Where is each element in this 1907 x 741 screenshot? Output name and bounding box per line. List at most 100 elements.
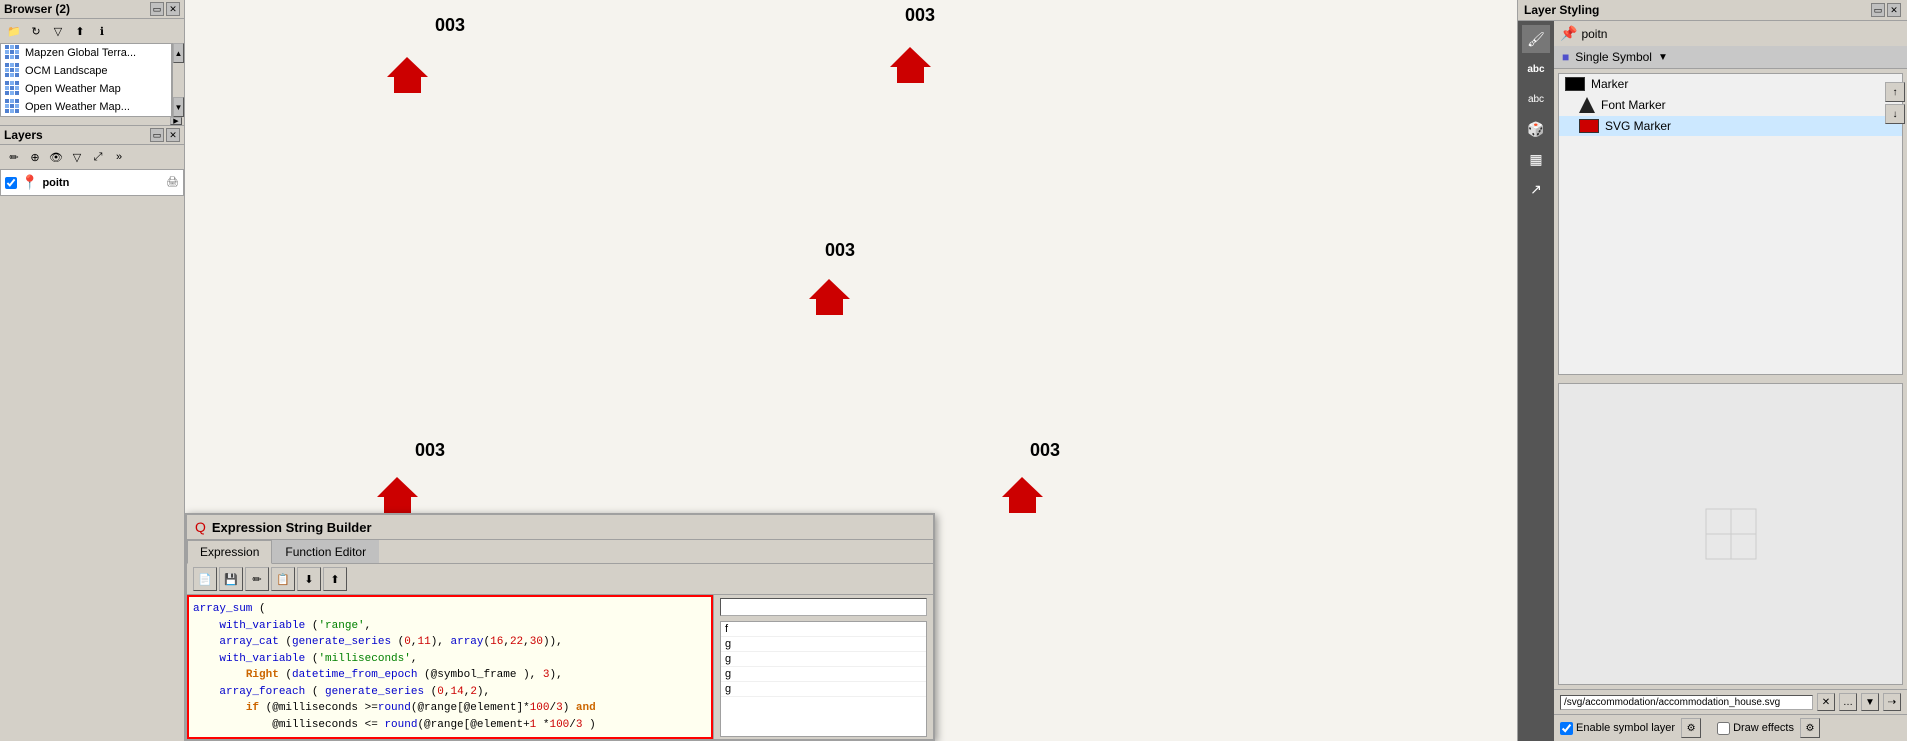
svg-path-clear-btn[interactable]: ✕ (1817, 693, 1835, 711)
expr-search-input[interactable] (720, 598, 927, 616)
expr-list-item-g3[interactable]: g (721, 667, 926, 682)
browser-item-ocm[interactable]: OCM Landscape (1, 62, 171, 80)
browser-minimize-icon[interactable]: ▭ (150, 2, 164, 16)
expr-upload-btn[interactable]: ⬆ (323, 567, 347, 591)
styling-abc-btn[interactable]: abc (1522, 55, 1550, 83)
symbol-tree-svg-marker[interactable]: SVG Marker (1559, 116, 1902, 136)
browser-folder-btn[interactable]: 📁 (4, 21, 24, 41)
browser-filter-btn[interactable]: ▽ (48, 21, 68, 41)
browser-close-icon[interactable]: ✕ (166, 2, 180, 16)
symbol-tree-font-marker[interactable]: Font Marker (1559, 94, 1902, 116)
layer-checkbox-poitn[interactable] (5, 177, 17, 189)
map-label-0: 003 (435, 15, 465, 36)
enable-symbol-checkbox-label: Enable symbol layer (1560, 722, 1675, 735)
expr-right-panel: f g g g g (713, 595, 933, 739)
layers-minimize-icon[interactable]: ▭ (150, 128, 164, 142)
styling-arrow-btn[interactable]: ↗ (1522, 175, 1550, 203)
styling-3d-btn[interactable]: 🎲 (1522, 115, 1550, 143)
house-svg-1 (888, 45, 933, 85)
grid-icon-ocm (5, 63, 21, 79)
layer-item-poitn[interactable]: 📍 poitn 🖨 (1, 172, 183, 193)
expr-copy-btn[interactable]: 📋 (271, 567, 295, 591)
layer-name-icon: 📌 (1560, 25, 1577, 42)
layers-eye-btn[interactable]: 👁 (46, 147, 66, 167)
browser-scroll-right[interactable]: ▶ (170, 117, 182, 125)
symbol-tree-marker[interactable]: Marker (1559, 74, 1902, 94)
browser-scroll-down[interactable]: ▼ (173, 97, 184, 117)
expr-new-btn[interactable]: 📄 (193, 567, 217, 591)
expr-content: array_sum ( with_variable ('range', arra… (187, 595, 933, 739)
draw-effects-checkbox[interactable] (1717, 722, 1730, 735)
map-house-0 (385, 55, 430, 98)
symbol-dropdown-btn[interactable]: ▼ (1658, 52, 1668, 63)
expr-edit-btn[interactable]: ✏ (245, 567, 269, 591)
move-down-btn[interactable]: ↓ (1885, 104, 1905, 124)
layer-styling-header: Layer Styling ▭ ✕ (1518, 0, 1907, 21)
layers-close-icon[interactable]: ✕ (166, 128, 180, 142)
tab-expression[interactable]: Expression (187, 540, 272, 564)
single-symbol-icon: ■ (1562, 50, 1569, 64)
move-up-btn[interactable]: ↑ (1885, 82, 1905, 102)
enable-symbol-checkbox[interactable] (1560, 722, 1573, 735)
layer-styling-panel: Layer Styling ▭ ✕ 🖌 abc abc 🎲 ▦ ↗ 📌 poit… (1517, 0, 1907, 741)
svg-path-input: /svg/accommodation/accommodation_house.s… (1560, 695, 1813, 710)
layers-filter-btn[interactable]: ▽ (67, 147, 87, 167)
svg-marker-label: SVG Marker (1605, 119, 1671, 133)
draw-effects-label: Draw effects (1733, 722, 1794, 734)
expr-list-item-g1[interactable]: g (721, 637, 926, 652)
left-panel: Browser (2) ▭ ✕ 📁 ↻ ▽ ⬆ ℹ (0, 0, 185, 741)
layers-titlebar: Layers ▭ ✕ (0, 126, 184, 145)
font-marker-label: Font Marker (1601, 98, 1666, 112)
layers-title: Layers (4, 128, 43, 142)
expression-builder: Q Expression String Builder Expression F… (185, 513, 935, 741)
layer-name-bar: 📌 poitn (1554, 21, 1907, 46)
browser-items-container: Mapzen Global Terra... OCM Landscape (0, 43, 184, 117)
browser-item-label-owm1: Open Weather Map (25, 83, 121, 95)
styling-text-btn[interactable]: abc (1522, 85, 1550, 113)
browser-scroll-up[interactable]: ▲ (173, 43, 184, 63)
map-label-1: 003 (905, 5, 935, 26)
svg-path-browse-btn[interactable]: … (1839, 693, 1857, 711)
expr-list-item-g4[interactable]: g (721, 682, 926, 697)
draw-effects-settings-btn[interactable]: ⚙ (1800, 718, 1820, 738)
styling-texture-btn[interactable]: ▦ (1522, 145, 1550, 173)
browser-refresh-btn[interactable]: ↻ (26, 21, 46, 41)
house-svg-3 (375, 475, 420, 515)
expr-list-item-f[interactable]: f (721, 622, 926, 637)
layers-add-btn[interactable]: ⊕ (25, 147, 45, 167)
expr-save-btn[interactable]: 💾 (219, 567, 243, 591)
tab-function-editor[interactable]: Function Editor (272, 540, 379, 563)
font-marker-icon (1579, 97, 1595, 113)
map-house-2 (807, 277, 852, 320)
browser-info-btn[interactable]: ℹ (92, 21, 112, 41)
map-house-3 (375, 475, 420, 518)
layers-titlebar-icons: ▭ ✕ (150, 128, 180, 142)
expr-code: array_sum ( with_variable ('range', arra… (193, 601, 707, 733)
browser-upload-btn[interactable]: ⬆ (70, 21, 90, 41)
browser-item-owm1[interactable]: Open Weather Map (1, 80, 171, 98)
map-label-4: 003 (1030, 440, 1060, 461)
expr-search-area (714, 595, 933, 619)
expr-editor[interactable]: array_sum ( with_variable ('range', arra… (187, 595, 713, 739)
expr-title: Expression String Builder (212, 520, 372, 535)
styling-main: 📌 poitn ■ Single Symbol ▼ Marker Font Ma (1554, 21, 1907, 741)
browser-item-label-ocm: OCM Landscape (25, 65, 108, 77)
browser-item-mapzen[interactable]: Mapzen Global Terra... (1, 44, 171, 62)
layer-styling-minimize-icon[interactable]: ▭ (1871, 3, 1885, 17)
marker-color-box (1565, 77, 1585, 91)
expr-list-item-g2[interactable]: g (721, 652, 926, 667)
browser-item-owm2[interactable]: Open Weather Map... (1, 98, 171, 116)
layers-move-btn[interactable]: ⤢ (88, 147, 108, 167)
grid-icon-mapzen (5, 45, 21, 61)
layers-more-btn[interactable]: » (109, 147, 129, 167)
expr-download-btn[interactable]: ⬇ (297, 567, 321, 591)
svg-path-dropdown-btn[interactable]: ▼ (1861, 693, 1879, 711)
layers-list: 📍 poitn 🖨 (0, 169, 184, 196)
svg-path-more-btn[interactable]: ⇢ (1883, 693, 1901, 711)
symbol-preview-svg (1701, 504, 1761, 564)
styling-brush-btn[interactable]: 🖌 (1522, 25, 1550, 53)
layer-styling-close-icon[interactable]: ✕ (1887, 3, 1901, 17)
enable-symbol-settings-btn[interactable]: ⚙ (1681, 718, 1701, 738)
map-label-2: 003 (825, 240, 855, 261)
layers-pencil-btn[interactable]: ✏ (4, 147, 24, 167)
